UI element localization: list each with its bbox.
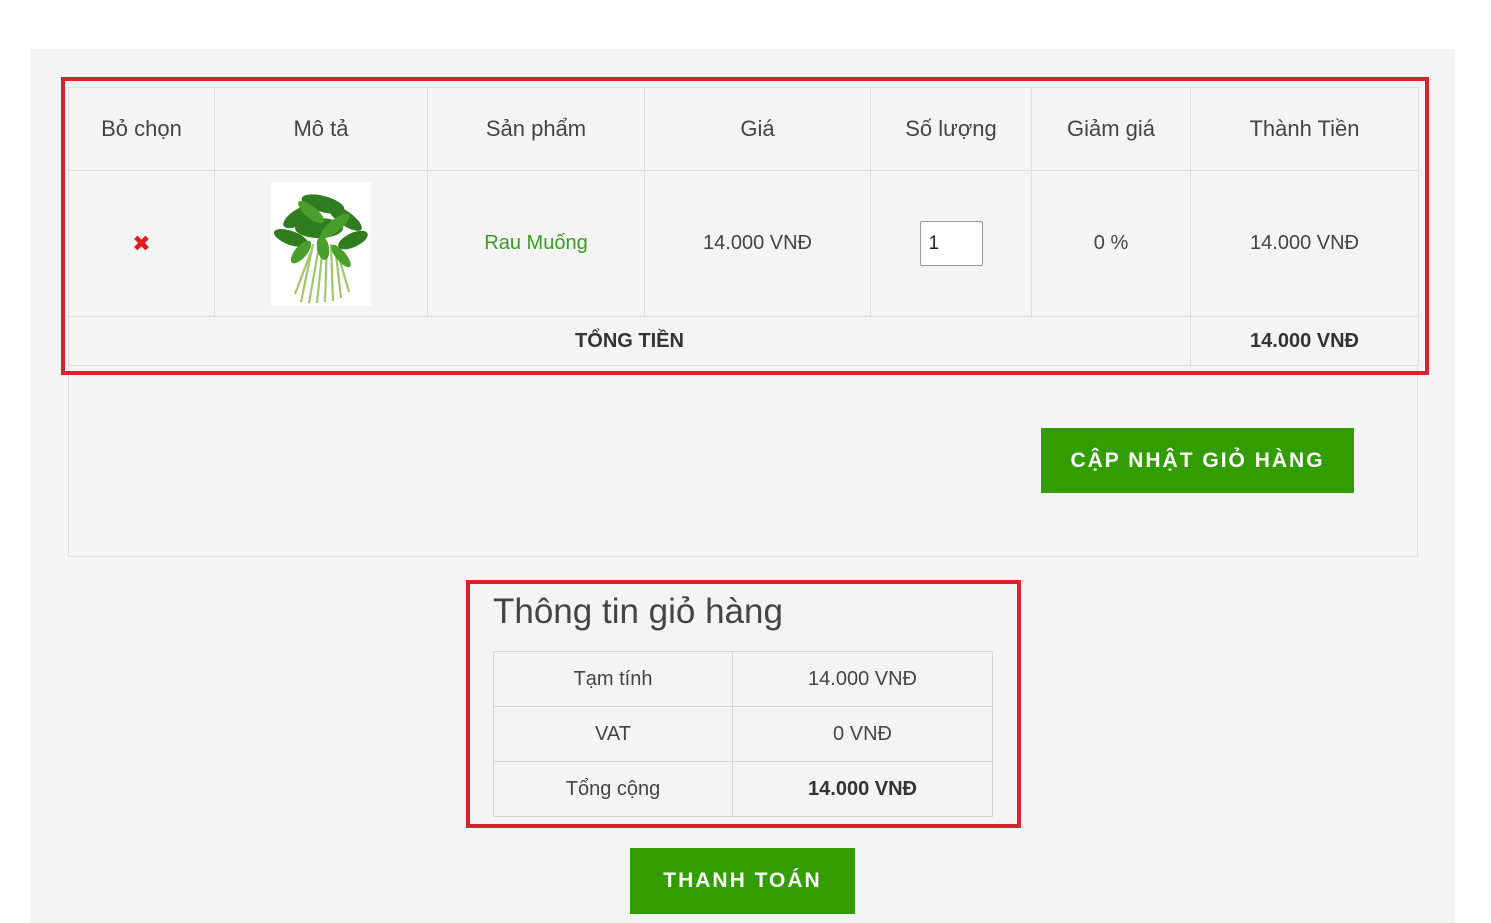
header-product: Sản phẩm <box>427 87 645 171</box>
summary-row-grand-total: Tổng cộng 14.000 VNĐ <box>493 761 993 817</box>
remove-item-icon[interactable]: ✖ <box>132 231 150 256</box>
header-description: Mô tả <box>214 87 428 171</box>
product-name-cell: Rau Muống <box>427 170 645 317</box>
summary-grand-total-label: Tổng cộng <box>493 761 733 817</box>
product-image-water-spinach <box>271 181 371 306</box>
header-remove: Bỏ chọn <box>68 87 215 171</box>
product-discount: 0 % <box>1031 170 1191 317</box>
cart-total-row: TỔNG TIỀN 14.000 VNĐ <box>68 316 1419 366</box>
header-line-total: Thành Tiền <box>1190 87 1419 171</box>
product-image-cell <box>214 170 428 317</box>
header-price: Giá <box>644 87 871 171</box>
product-price: 14.000 VNĐ <box>644 170 871 317</box>
cart-table: Bỏ chọn Mô tả Sản phẩm Giá Số lượng Giảm… <box>68 87 1419 366</box>
cart-header-row: Bỏ chọn Mô tả Sản phẩm Giá Số lượng Giảm… <box>68 87 1419 171</box>
cart-summary-title: Thông tin giỏ hàng <box>493 592 783 631</box>
cart-total-value: 14.000 VNĐ <box>1190 316 1419 366</box>
checkout-button[interactable]: THANH TOÁN <box>630 848 855 914</box>
header-quantity: Số lượng <box>870 87 1032 171</box>
header-discount: Giảm giá <box>1031 87 1191 171</box>
summary-vat-value: 0 VNĐ <box>732 706 993 762</box>
summary-row-subtotal: Tạm tính 14.000 VNĐ <box>493 651 993 707</box>
quantity-input[interactable] <box>919 221 983 266</box>
summary-subtotal-label: Tạm tính <box>493 651 733 707</box>
summary-subtotal-value: 14.000 VNĐ <box>732 651 993 707</box>
cart-item-row: ✖ Rau Muống 14.000 VNĐ 1 0 % 14.000 VNĐ <box>68 170 1419 317</box>
quantity-cell <box>870 170 1032 317</box>
product-line-total: 14.000 VNĐ <box>1190 170 1419 317</box>
summary-grand-total-value: 14.000 VNĐ <box>732 761 993 817</box>
update-cart-button[interactable]: CẬP NHẬT GIỎ HÀNG <box>1041 428 1354 493</box>
cart-total-label: TỔNG TIỀN <box>68 316 1191 366</box>
summary-row-vat: VAT 0 VNĐ <box>493 706 993 762</box>
summary-vat-label: VAT <box>493 706 733 762</box>
cart-summary-table: Tạm tính 14.000 VNĐ VAT 0 VNĐ Tổng cộng … <box>493 651 993 817</box>
remove-cell: ✖ <box>68 170 215 317</box>
product-name-link[interactable]: Rau Muống <box>484 232 587 254</box>
